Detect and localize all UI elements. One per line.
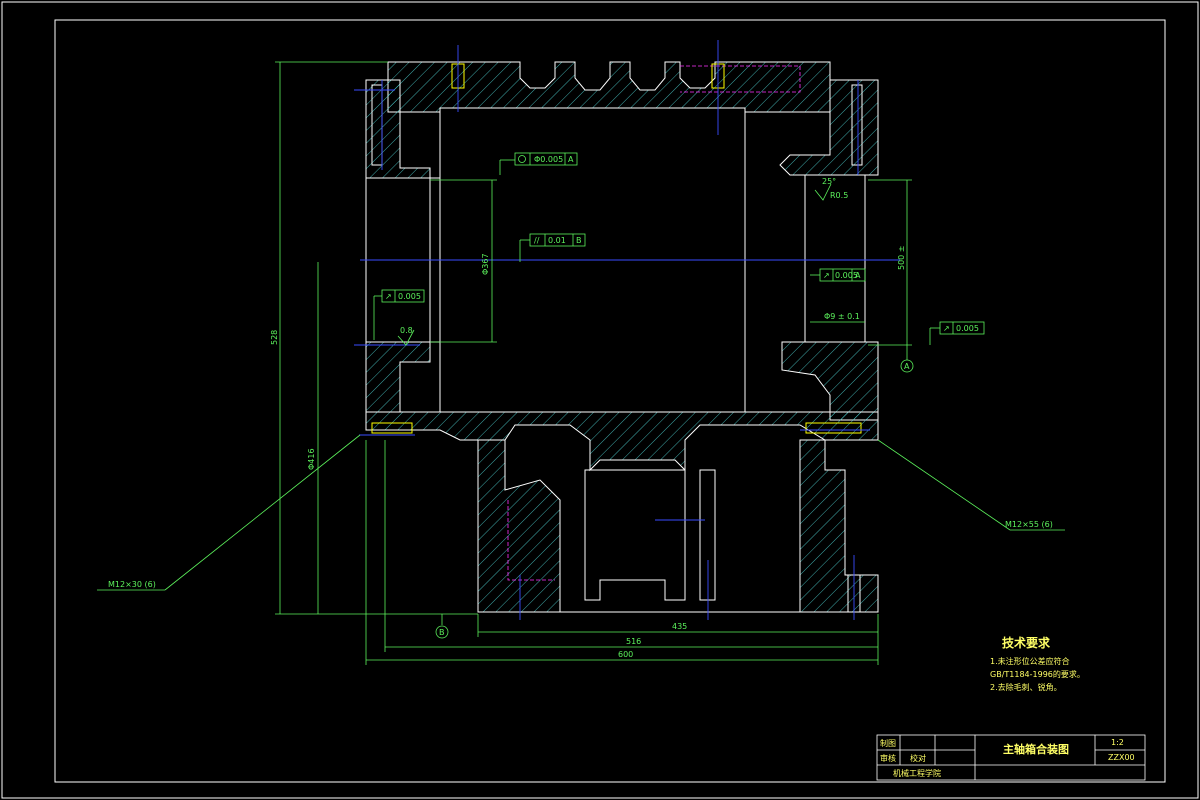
dim-528: 528 (270, 330, 279, 345)
tech-req-line3: 2.去除毛刺、锐角。 (990, 682, 1062, 692)
tol-runout-left: 0.005 (398, 292, 421, 301)
part-section (365, 61, 879, 613)
datum-a: A (904, 362, 910, 371)
dimension-lines (97, 61, 1065, 665)
tb-checked-name: 校对 (910, 753, 926, 763)
tb-checked: 审核 (880, 753, 896, 763)
callout-bolt-left: M12×30 (6) (108, 580, 156, 589)
svg-text:↗: ↗ (943, 324, 950, 333)
tb-drawing-name: 主轴箱合装图 (1003, 742, 1069, 756)
svg-text:A: A (855, 271, 861, 280)
tech-req-line2: GB/T1184-1996的要求。 (990, 669, 1085, 679)
svg-text:A: A (568, 155, 574, 164)
dimension-text: 528 Φ416 Φ367 500 ± 435 516 600 Φ9 ± 0.1… (108, 155, 1053, 659)
tb-drawn: 制图 (880, 738, 896, 748)
dim-600: 600 (618, 650, 633, 659)
title-block-text: 制图 审核 校对 机械工程学院 主轴箱合装图 1:2 ZZX00 (880, 738, 1135, 778)
technical-requirements: 技术要求 1.未注形位公差应符合 GB/T1184-1996的要求。 2.去除毛… (990, 635, 1085, 692)
dim-angle: 25° (822, 177, 836, 186)
dim-367: Φ367 (481, 253, 490, 275)
dim-416: Φ416 (307, 448, 316, 470)
tb-code: ZZX00 (1108, 753, 1135, 762)
engineering-drawing: 528 Φ416 Φ367 500 ± 435 516 600 Φ9 ± 0.1… (1, 1, 1199, 799)
dim-435: 435 (672, 622, 687, 631)
tech-req-title: 技术要求 (1002, 635, 1051, 650)
tol-concentricity: Φ0.005 (534, 155, 563, 164)
svg-text:↗: ↗ (385, 292, 392, 301)
svg-text:↗: ↗ (823, 271, 830, 280)
callout-bolt-right: M12×55 (6) (1005, 520, 1053, 529)
datum-b: B (439, 628, 445, 637)
dim-516: 516 (626, 637, 641, 646)
dim-slot: Φ9 ± 0.1 (824, 312, 860, 321)
tb-school: 机械工程学院 (893, 768, 941, 778)
tol-datum-b-ref: B (576, 236, 582, 245)
dim-500: 500 ± (897, 245, 906, 270)
tb-scale: 1:2 (1111, 738, 1124, 747)
sheet-border-inner (54, 19, 1166, 783)
tol-parallel: 0.01 (548, 236, 566, 245)
dim-r: R0.5 (830, 191, 848, 200)
tol-runout-right2: 0.005 (956, 324, 979, 333)
svg-text://: // (534, 236, 540, 245)
tech-req-line1: 1.未注形位公差应符合 (990, 656, 1070, 666)
dim-surface: 0.8 (400, 326, 413, 335)
